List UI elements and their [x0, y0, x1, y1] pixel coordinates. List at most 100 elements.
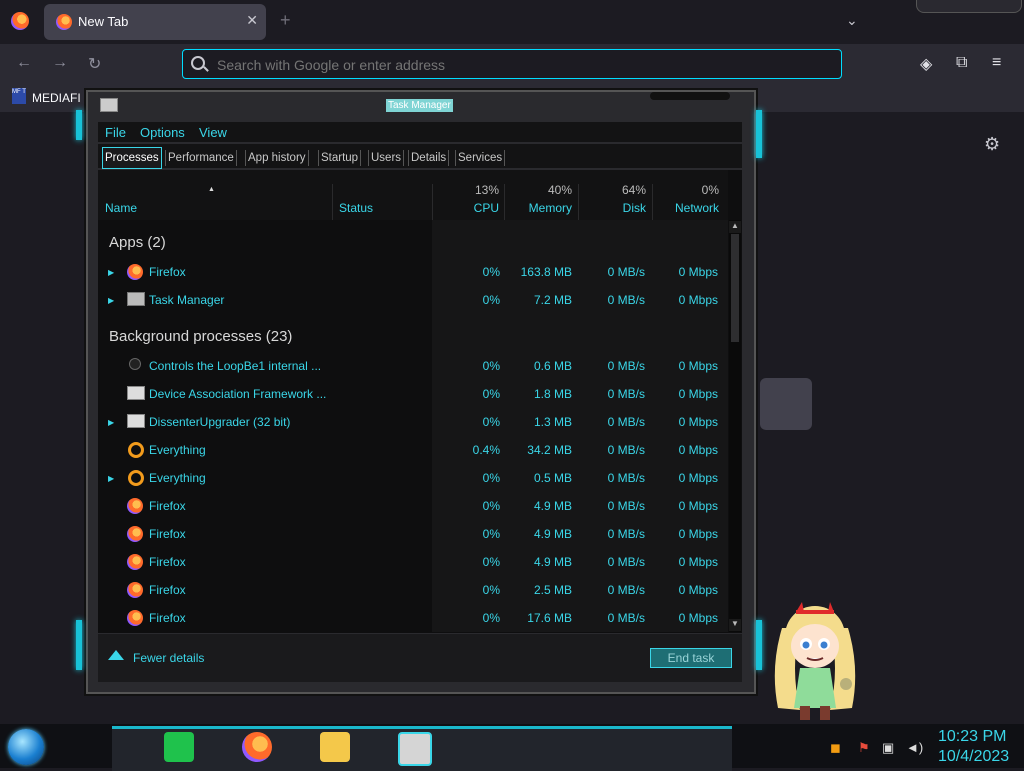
tab-services[interactable]: Services [455, 150, 506, 166]
menu-options[interactable]: Options [140, 125, 185, 140]
process-name[interactable]: Everything [149, 471, 206, 485]
column-network[interactable]: Network [675, 201, 719, 215]
clock-time[interactable]: 10:23 PM [938, 728, 1006, 746]
clock-date[interactable]: 10/4/2023 [938, 748, 1009, 766]
search-input[interactable] [215, 56, 819, 74]
tab-processes[interactable]: Processes [102, 147, 162, 169]
network-value: 0 Mbps [678, 555, 718, 569]
pocket-icon[interactable]: ◈ [920, 54, 932, 74]
expand-icon[interactable]: ▶ [108, 296, 114, 305]
tab-new-tab[interactable]: New Tab ✕ [44, 4, 266, 40]
expand-icon[interactable]: ▶ [108, 418, 114, 427]
close-tab-icon[interactable]: ✕ [246, 12, 258, 29]
list-all-tabs-button[interactable]: ⌄ [846, 12, 858, 29]
volume-icon[interactable]: ◄) [906, 740, 923, 755]
star-butterfly-character [774, 602, 856, 720]
forward-button[interactable]: → [52, 54, 68, 72]
network-value: 0 Mbps [678, 527, 718, 541]
flag-icon[interactable]: ⚑ [858, 740, 870, 756]
process-name[interactable]: Firefox [149, 611, 186, 625]
column-cpu[interactable]: CPU [474, 201, 499, 215]
memory-value: 4.9 MB [533, 499, 572, 513]
start-button[interactable] [8, 729, 44, 765]
process-name[interactable]: Device Association Framework ... [149, 387, 326, 401]
menu-icon[interactable]: ≡ [992, 54, 1001, 72]
column-divider [578, 184, 579, 220]
file-explorer-icon[interactable] [320, 732, 350, 762]
tray-app-icon[interactable]: ◼ [830, 740, 841, 756]
memory-value: 7.2 MB [533, 293, 572, 307]
tab-startup[interactable]: Startup [318, 150, 362, 166]
firefox-icon [127, 610, 143, 626]
process-name[interactable]: Firefox [149, 583, 186, 597]
cpu-value: 0% [482, 555, 500, 569]
disk-value: 0 MB/s [607, 387, 645, 401]
frame-glow [76, 620, 82, 670]
bookmark-mediafire[interactable]: MEDIAFI [32, 91, 81, 105]
tab-performance[interactable]: Performance [165, 150, 237, 166]
column-disk[interactable]: Disk [623, 201, 646, 215]
cpu-value: 0% [482, 387, 500, 401]
menu-file[interactable]: File [105, 125, 126, 140]
task-manager-icon[interactable] [398, 732, 432, 766]
tab-app-history[interactable]: App history [245, 150, 309, 166]
disk-value: 0 MB/s [607, 265, 645, 279]
end-task-button[interactable]: End task [650, 648, 732, 668]
process-name[interactable]: Task Manager [149, 293, 224, 307]
url-bar[interactable] [182, 49, 842, 79]
expand-icon[interactable]: ▶ [108, 268, 114, 277]
scroll-up-button[interactable]: ▲ [729, 221, 741, 233]
shortcut-tile[interactable] [760, 378, 812, 430]
scroll-down-button[interactable]: ▼ [729, 619, 741, 631]
back-button[interactable]: ← [16, 54, 32, 72]
memory-value: 4.9 MB [533, 555, 572, 569]
memory-value: 1.3 MB [533, 415, 572, 429]
disk-value: 0 MB/s [607, 359, 645, 373]
firefox-icon [127, 498, 143, 514]
notes-icon[interactable] [164, 732, 194, 762]
title-bar-decoration [650, 92, 730, 100]
disk-value: 0 MB/s [607, 555, 645, 569]
gear-icon[interactable]: ⚙ [984, 134, 1000, 155]
extensions-icon[interactable]: ⧉ [956, 54, 967, 72]
network-value: 0 Mbps [678, 583, 718, 597]
tab-strip: New Tab ✕ + ⌄ [0, 0, 1024, 44]
firefox-logo-icon[interactable] [11, 12, 29, 30]
network-icon[interactable]: ▣ [882, 740, 894, 756]
new-tab-button[interactable]: + [280, 10, 291, 31]
column-name[interactable]: Name [105, 201, 137, 215]
memory-value: 34.2 MB [527, 443, 572, 457]
mediafire-icon: MF T [12, 88, 26, 104]
process-name[interactable]: DissenterUpgrader (32 bit) [149, 415, 290, 429]
expand-icon[interactable]: ▶ [108, 474, 114, 483]
process-name[interactable]: Firefox [149, 555, 186, 569]
process-name[interactable]: Firefox [149, 265, 186, 279]
tab-title: New Tab [78, 14, 129, 29]
sort-ascending-icon: ▲ [208, 186, 215, 193]
process-name[interactable]: Firefox [149, 499, 186, 513]
column-divider [504, 184, 505, 220]
fewer-details-link[interactable]: Fewer details [133, 651, 204, 665]
memory-value: 0.6 MB [533, 359, 572, 373]
cpu-value: 0% [482, 359, 500, 373]
tab-details[interactable]: Details [408, 150, 450, 166]
firefox-icon[interactable] [242, 732, 272, 762]
network-value: 0 Mbps [678, 443, 718, 457]
process-name[interactable]: Everything [149, 443, 206, 457]
disk-value: 0 MB/s [607, 293, 645, 307]
search-icon [191, 56, 205, 70]
reload-button[interactable]: ↻ [88, 54, 101, 74]
column-status[interactable]: Status [339, 201, 373, 215]
process-name[interactable]: Firefox [149, 527, 186, 541]
column-memory[interactable]: Memory [529, 201, 572, 215]
memory-value: 0.5 MB [533, 471, 572, 485]
frame-glow [76, 110, 82, 140]
tab-users[interactable]: Users [368, 150, 405, 166]
menu-bar: File Options View [98, 122, 742, 142]
disk-value: 0 MB/s [607, 499, 645, 513]
frame-glow [756, 110, 762, 158]
scrollbar-thumb[interactable] [731, 234, 739, 342]
menu-view[interactable]: View [199, 125, 227, 140]
process-name[interactable]: Controls the LoopBe1 internal ... [149, 359, 321, 373]
arrow-up-icon[interactable] [108, 650, 124, 660]
